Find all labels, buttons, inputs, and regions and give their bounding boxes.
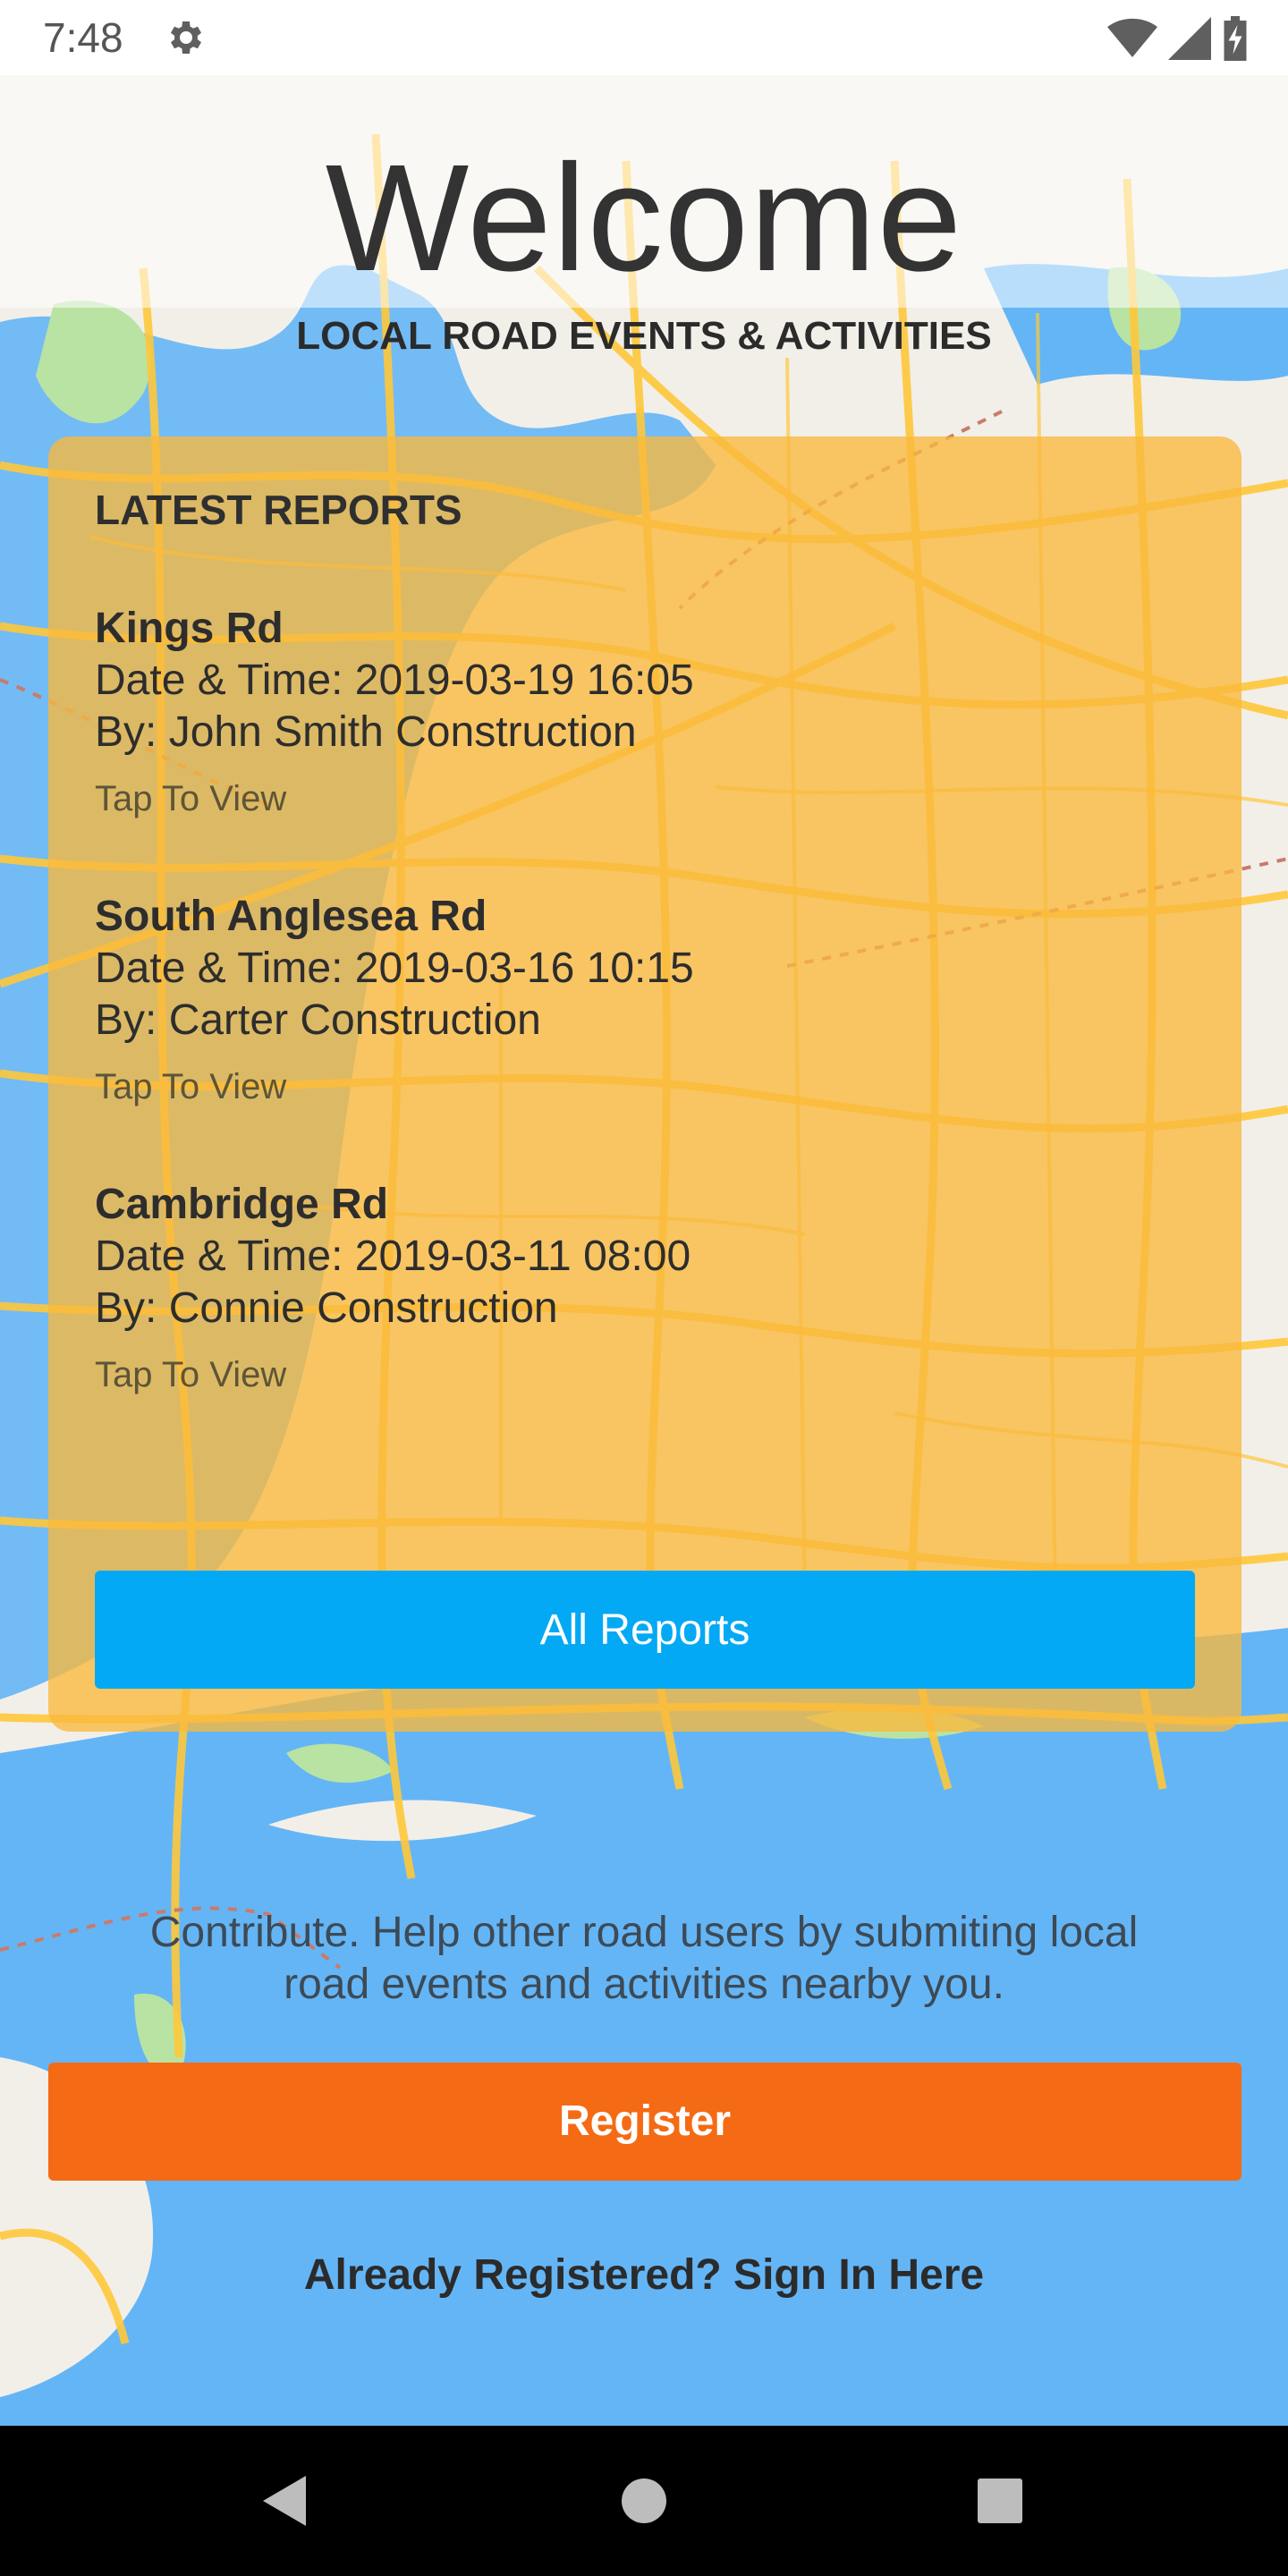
report-road: Cambridge Rd bbox=[95, 1181, 389, 1228]
tap-to-view-link[interactable]: Tap To View bbox=[95, 775, 286, 823]
tap-to-view-link[interactable]: Tap To View bbox=[95, 1351, 286, 1399]
report-item[interactable]: Kings Rd Date & Time: 2019-03-19 16:05 B… bbox=[95, 603, 1168, 823]
welcome-title: Welcome bbox=[325, 133, 963, 303]
report-item[interactable]: South Anglesea Rd Date & Time: 2019-03-1… bbox=[95, 891, 1168, 1111]
report-datetime: Date & Time: 2019-03-16 10:15 bbox=[95, 945, 694, 992]
status-bar: 7:48 bbox=[0, 0, 1288, 75]
cellular-signal-icon bbox=[1168, 17, 1211, 60]
battery-charging-icon bbox=[1224, 16, 1247, 61]
home-circle-icon[interactable] bbox=[569, 2426, 719, 2576]
report-datetime: Date & Time: 2019-03-11 08:00 bbox=[95, 1233, 691, 1280]
report-author: By: Connie Construction bbox=[95, 1284, 558, 1332]
sign-in-link[interactable]: Already Registered? Sign In Here bbox=[0, 2249, 1288, 2302]
report-road: Kings Rd bbox=[95, 605, 284, 652]
welcome-subtitle: LOCAL ROAD EVENTS & ACTIVITIES bbox=[296, 314, 992, 358]
register-button[interactable]: Register bbox=[48, 2063, 1241, 2181]
gear-icon bbox=[171, 21, 201, 54]
wifi-icon bbox=[1107, 18, 1157, 57]
contribute-text: Contribute. Help other road users by sub… bbox=[149, 1909, 1139, 2008]
recents-square-icon[interactable] bbox=[925, 2426, 1075, 2576]
status-icons bbox=[1107, 16, 1249, 61]
status-time: 7:48 bbox=[43, 14, 123, 61]
back-triangle-icon[interactable] bbox=[211, 2426, 361, 2576]
main-content: Welcome LOCAL ROAD EVENTS & ACTIVITIES L… bbox=[0, 75, 1288, 2426]
report-datetime: Date & Time: 2019-03-19 16:05 bbox=[95, 657, 694, 704]
latest-reports-heading: LATEST REPORTS bbox=[95, 487, 462, 533]
navigation-bar bbox=[0, 2426, 1288, 2576]
latest-reports-card: LATEST REPORTS Kings Rd Date & Time: 201… bbox=[48, 436, 1241, 1732]
report-road: South Anglesea Rd bbox=[95, 893, 487, 940]
tap-to-view-link[interactable]: Tap To View bbox=[95, 1063, 286, 1111]
report-author: By: John Smith Construction bbox=[95, 708, 637, 756]
all-reports-button[interactable]: All Reports bbox=[95, 1571, 1195, 1689]
report-author: By: Carter Construction bbox=[95, 996, 541, 1044]
report-item[interactable]: Cambridge Rd Date & Time: 2019-03-11 08:… bbox=[95, 1179, 1168, 1399]
